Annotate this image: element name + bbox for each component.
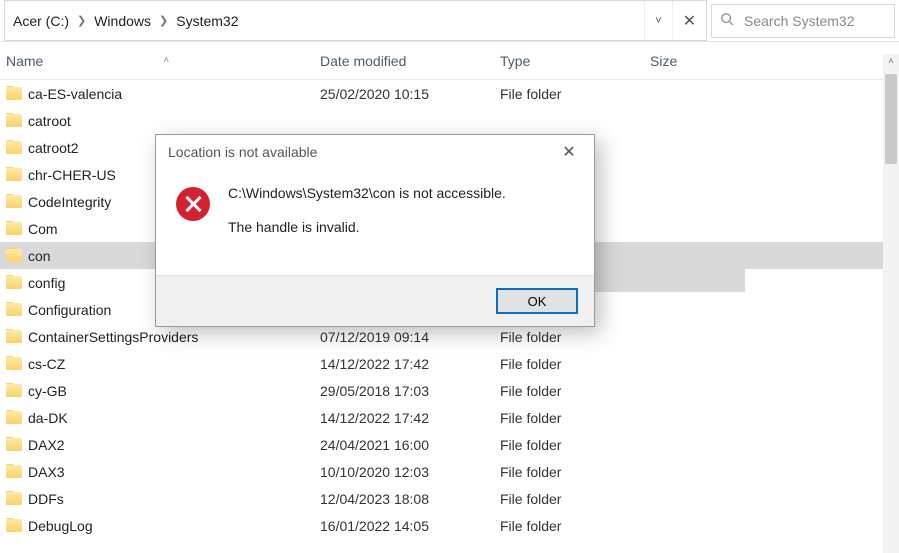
folder-icon xyxy=(6,411,22,424)
file-name: DAX3 xyxy=(28,464,65,480)
folder-icon xyxy=(6,168,22,181)
file-name: chr-CHER-US xyxy=(28,167,116,183)
dialog-body: C:\Windows\System32\con is not accessibl… xyxy=(156,169,594,275)
column-header-size[interactable]: Size xyxy=(650,53,899,69)
folder-icon xyxy=(6,87,22,100)
file-type: File folder xyxy=(500,329,650,345)
chevron-right-icon: ❯ xyxy=(75,14,88,27)
folder-icon xyxy=(6,249,22,262)
file-date: 12/04/2023 18:08 xyxy=(320,491,500,507)
file-name: ContainerSettingsProviders xyxy=(28,329,198,345)
file-name: cy-GB xyxy=(28,383,67,399)
breadcrumb-mid[interactable]: Windows xyxy=(94,13,151,29)
file-name: catroot2 xyxy=(28,140,79,156)
search-icon xyxy=(720,12,734,29)
vertical-scrollbar[interactable]: ˄ xyxy=(883,54,899,553)
file-type: File folder xyxy=(500,464,650,480)
folder-icon xyxy=(6,114,22,127)
dialog-message: C:\Windows\System32\con is not accessibl… xyxy=(228,185,506,253)
file-name: con xyxy=(28,248,51,264)
table-row[interactable]: cs-CZ 14/12/2022 17:42File folder xyxy=(0,350,899,377)
ok-button[interactable]: OK xyxy=(496,288,578,314)
column-headers: Name ˄ Date modified Type Size xyxy=(0,42,899,80)
column-header-name[interactable]: Name ˄ xyxy=(0,53,320,69)
address-and-search-bar: Acer (C:) ❯ Windows ❯ System32 ˅ ✕ Searc… xyxy=(0,0,899,42)
column-header-date[interactable]: Date modified xyxy=(320,53,500,69)
folder-icon xyxy=(6,384,22,397)
file-type: File folder xyxy=(500,410,650,426)
file-type: File folder xyxy=(500,86,650,102)
breadcrumb-root[interactable]: Acer (C:) xyxy=(13,13,69,29)
file-date: 24/04/2021 16:00 xyxy=(320,437,500,453)
file-name: DDFs xyxy=(28,491,64,507)
table-row[interactable]: ca-ES-valencia 25/02/2020 10:15File folde… xyxy=(0,80,899,107)
file-type: File folder xyxy=(500,383,650,399)
file-type: File folder xyxy=(500,491,650,507)
file-date: 10/10/2020 12:03 xyxy=(320,464,500,480)
table-row[interactable]: DebugLog 16/01/2022 14:05File folder xyxy=(0,512,899,539)
file-name: Configuration xyxy=(28,302,111,318)
dialog-footer: OK xyxy=(156,275,594,326)
selection-highlight xyxy=(595,265,745,292)
column-header-type[interactable]: Type xyxy=(500,53,650,69)
file-type: File folder xyxy=(500,437,650,453)
file-name: catroot xyxy=(28,113,71,129)
chevron-right-icon: ❯ xyxy=(157,14,170,27)
folder-icon xyxy=(6,276,22,289)
folder-icon xyxy=(6,303,22,316)
table-row[interactable]: DDFs 12/04/2023 18:08File folder xyxy=(0,485,899,512)
file-date: 14/12/2022 17:42 xyxy=(320,356,500,372)
search-input[interactable]: Search System32 xyxy=(711,4,895,38)
scrollbar-thumb[interactable] xyxy=(885,74,897,164)
table-row[interactable]: ContainerSettingsProviders 07/12/2019 09:… xyxy=(0,323,899,350)
sort-indicator-icon: ˄ xyxy=(163,55,169,66)
file-name: DebugLog xyxy=(28,518,93,534)
file-name: DAX2 xyxy=(28,437,65,453)
refresh-button[interactable]: ✕ xyxy=(672,1,706,40)
file-date: 14/12/2022 17:42 xyxy=(320,410,500,426)
file-name: ca-ES-valencia xyxy=(28,86,122,102)
file-date: 29/05/2018 17:03 xyxy=(320,383,500,399)
file-name: CodeIntegrity xyxy=(28,194,111,210)
table-row[interactable]: DAX3 10/10/2020 12:03File folder xyxy=(0,458,899,485)
folder-icon xyxy=(6,222,22,235)
dialog-line1: C:\Windows\System32\con is not accessibl… xyxy=(228,185,506,201)
address-bar[interactable]: Acer (C:) ❯ Windows ❯ System32 ˅ ✕ xyxy=(4,0,707,41)
file-name: da-DK xyxy=(28,410,68,426)
close-button[interactable]: ✕ xyxy=(554,142,584,162)
folder-icon xyxy=(6,330,22,343)
error-icon xyxy=(176,187,210,221)
folder-icon xyxy=(6,465,22,478)
file-type: File folder xyxy=(500,518,650,534)
error-dialog: Location is not available ✕ C:\Windows\S… xyxy=(155,134,595,327)
folder-icon xyxy=(6,357,22,370)
folder-icon xyxy=(6,438,22,451)
file-date: 25/02/2020 10:15 xyxy=(320,86,500,102)
scroll-up-icon[interactable]: ˄ xyxy=(883,56,899,66)
table-row[interactable]: DAX2 24/04/2021 16:00File folder xyxy=(0,431,899,458)
history-dropdown[interactable]: ˅ xyxy=(644,1,672,40)
table-row[interactable]: da-DK 14/12/2022 17:42File folder xyxy=(0,404,899,431)
file-name: Com xyxy=(28,221,58,237)
dialog-line2: The handle is invalid. xyxy=(228,219,506,235)
file-name: config xyxy=(28,275,65,291)
file-date: 07/12/2019 09:14 xyxy=(320,329,500,345)
file-name: cs-CZ xyxy=(28,356,65,372)
table-row[interactable]: catroot xyxy=(0,107,899,134)
file-date: 16/01/2022 14:05 xyxy=(320,518,500,534)
file-type: File folder xyxy=(500,356,650,372)
folder-icon xyxy=(6,492,22,505)
breadcrumb-leaf[interactable]: System32 xyxy=(176,13,238,29)
folder-icon xyxy=(6,519,22,532)
search-placeholder: Search System32 xyxy=(744,13,855,29)
folder-icon xyxy=(6,141,22,154)
table-row[interactable]: cy-GB 29/05/2018 17:03File folder xyxy=(0,377,899,404)
dialog-titlebar[interactable]: Location is not available ✕ xyxy=(156,135,594,169)
folder-icon xyxy=(6,195,22,208)
dialog-title-text: Location is not available xyxy=(168,144,317,160)
breadcrumb[interactable]: Acer (C:) ❯ Windows ❯ System32 xyxy=(5,13,644,29)
